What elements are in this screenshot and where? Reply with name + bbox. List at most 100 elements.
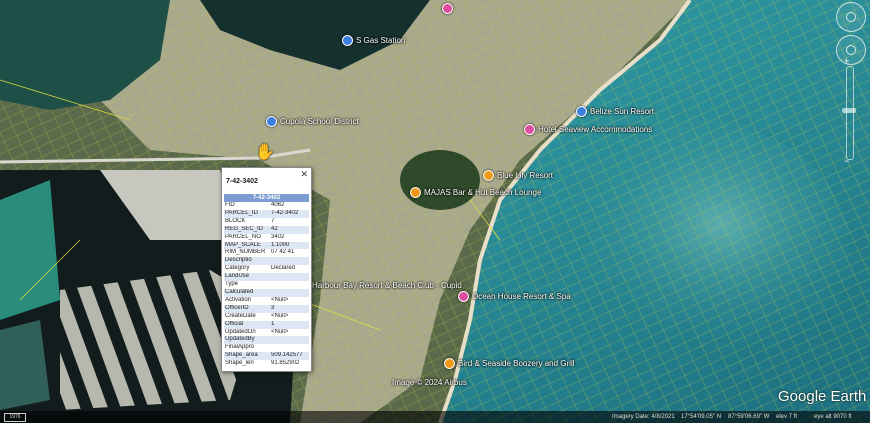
attribute-row: Calculated (224, 288, 309, 297)
attribute-value: 42 (270, 225, 309, 234)
attribute-table: FID 4062 PARCEL_ID 7-42-3402 BLOCK 7 REG_SEC_I… (224, 202, 309, 368)
attribute-row: CreateDate <Null> (224, 313, 309, 321)
attribute-row: FID 4062 (224, 202, 309, 210)
attribute-value: 1:1000 (270, 241, 309, 250)
eye-altitude: eye alt 9070 ft (814, 414, 852, 420)
satellite-map[interactable] (0, 0, 870, 423)
attribute-key: FinalAppro (225, 344, 255, 351)
attribute-value: Declared (271, 265, 296, 272)
attribute-key: Activation (225, 296, 252, 303)
attribute-key: REG_SEC_ID (224, 225, 270, 234)
attribute-row: UpdatedBy (224, 336, 309, 345)
place-label[interactable]: Harbour Bay Resort & Beach Club - Cupid (312, 281, 462, 290)
eye-icon (846, 12, 856, 22)
attribute-key: Shape_len (225, 360, 254, 367)
move-control[interactable] (836, 35, 866, 65)
attribute-value: 509.142577 (270, 352, 309, 361)
place-label[interactable]: Blue Lily Resort (483, 170, 553, 181)
attribute-row: PARCEL_ID 7-42-3402 (224, 209, 309, 218)
attribute-row: BLOCK 7 (224, 218, 309, 226)
restaurant-icon[interactable] (444, 358, 455, 369)
attribute-key: Official (224, 320, 270, 329)
attribute-row: Official 1 (224, 320, 309, 329)
attribute-row: PARCEL_NO 3402 (224, 234, 309, 242)
close-icon[interactable]: ✕ (300, 169, 308, 180)
zoom-in-button[interactable]: + (844, 56, 849, 66)
attribute-key: Descriptio (224, 257, 270, 266)
attribute-key: PARCEL_ID (224, 209, 270, 218)
poi-pin-icon[interactable] (442, 3, 453, 14)
look-control[interactable] (836, 2, 866, 32)
attribute-key: UpdatedBy (224, 336, 270, 345)
latitude: 17°54'09.05" N (681, 414, 722, 420)
elevation: elev 7 ft (776, 414, 798, 420)
attribute-row: LandUse (224, 273, 309, 282)
attribute-row: Shape_len 91.852902 (224, 360, 309, 368)
attribute-row: REG_SEC_ID 42 (224, 225, 309, 234)
restaurant-icon[interactable] (410, 187, 421, 198)
attribute-value: 3 (270, 304, 309, 313)
attribute-value (270, 281, 309, 289)
attribute-row: Category Declared (224, 265, 309, 273)
attribute-key: BLOCK (225, 217, 246, 224)
attribute-key: RIM_NUMBER (225, 249, 266, 256)
attribute-value: 3402 (271, 233, 285, 240)
parcel-info-popup[interactable]: 7-42-3402 ✕ 7-42-3402 FID 4062 PARCEL_ID 7-… (221, 167, 312, 372)
attribute-value (270, 273, 309, 282)
zoom-slider-handle[interactable] (842, 108, 856, 113)
longitude: 87°59'06.69" W (728, 414, 770, 420)
attribute-key: FID (225, 202, 235, 208)
attribute-row: UpdatedOn <Null> (224, 329, 309, 337)
attribute-value: <Null> (271, 312, 289, 319)
attribute-row: Activation <Null> (224, 297, 309, 305)
attribute-value (270, 336, 309, 345)
imagery-date: Imagery Date: 4/8/2021 (612, 414, 675, 420)
restaurant-icon[interactable] (483, 170, 494, 181)
gas-station-icon[interactable] (342, 35, 353, 46)
attribute-value: 7-42-3402 (270, 209, 309, 218)
place-label[interactable]: Hotel Seaview Accommodations (524, 124, 652, 135)
zoom-out-button[interactable]: − (844, 156, 849, 166)
zoom-slider[interactable] (846, 66, 854, 160)
poi-pin-icon[interactable] (576, 106, 587, 117)
imagery-credit: Image © 2024 Airbus (392, 378, 467, 387)
place-label[interactable]: Belize Sun Resort (576, 106, 654, 117)
school-icon[interactable] (266, 116, 277, 127)
attribute-row: Shape_area 509.142577 (224, 352, 309, 361)
attribute-value: 1 (270, 320, 309, 329)
status-bar: Imagery Date: 4/8/2021 17°54'09.05" N 87… (0, 411, 870, 423)
attribute-value (270, 344, 309, 352)
attribute-value: 7 (271, 217, 275, 224)
attribute-value: 91.852902 (271, 360, 300, 367)
attribute-value: <Null> (271, 328, 289, 335)
hotel-icon[interactable] (458, 291, 469, 302)
scale-indicator: 1976 (4, 413, 26, 422)
attribute-value (270, 288, 309, 297)
attribute-value: 4062 (271, 202, 285, 208)
place-label[interactable]: MAJAS Bar & Hut Beach Lounge (410, 187, 541, 198)
attribute-key: OfficerID (224, 304, 270, 313)
attribute-row: Type (224, 281, 309, 289)
place-label[interactable] (442, 3, 456, 14)
google-earth-logo: Google Earth (778, 388, 867, 405)
place-label[interactable]: Ocean House Resort & Spa (458, 291, 571, 302)
attribute-key: Shape_area (224, 352, 270, 361)
attribute-row: OfficerID 3 (224, 304, 309, 313)
place-label[interactable]: Cupola School District (266, 116, 359, 127)
place-label[interactable]: Bird & Seaside Boozery and Grill (444, 358, 575, 369)
attribute-row: MAP_SCALE 1:1000 (224, 241, 309, 250)
attribute-row: FinalAppro (224, 344, 309, 352)
attribute-value: 07 42 41 (271, 249, 295, 256)
hand-cursor-icon: ✋ (255, 144, 275, 161)
attribute-key: Calculated (224, 288, 270, 297)
popup-title: 7-42-3402 (226, 178, 258, 185)
attribute-key: MAP_SCALE (224, 241, 270, 250)
attribute-key: Category (225, 265, 250, 272)
attribute-key: PARCEL_NO (225, 233, 261, 240)
hand-icon (846, 45, 856, 55)
attribute-key: UpdatedOn (225, 328, 256, 335)
attribute-key: Type (225, 281, 239, 288)
attribute-key: CreateDate (225, 312, 256, 319)
hotel-icon[interactable] (524, 124, 535, 135)
place-label[interactable]: S Gas Station (342, 35, 405, 46)
